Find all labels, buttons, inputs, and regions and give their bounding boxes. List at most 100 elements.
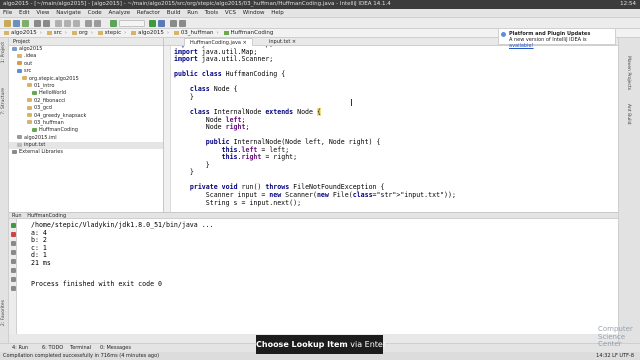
close-icon[interactable] — [10, 286, 16, 291]
tree-item[interactable]: HuffmanCoding — [9, 127, 163, 134]
cut-icon[interactable] — [55, 20, 62, 27]
tree-item[interactable]: 04_greedy_knapsack — [9, 113, 163, 120]
run-config-select[interactable] — [119, 20, 145, 27]
folder-icon — [173, 30, 179, 35]
tree-item[interactable]: input.txt — [9, 142, 163, 150]
menu-window[interactable]: Window — [243, 10, 265, 16]
scroll-up-icon[interactable] — [10, 241, 16, 246]
tree-item[interactable]: 02_fibonacci — [9, 98, 163, 105]
settings-icon[interactable] — [170, 20, 177, 27]
menu-analyze[interactable]: Analyze — [108, 10, 130, 16]
menu-vcs[interactable]: VCS — [225, 10, 236, 16]
tree-item[interactable]: 03_huffman — [9, 120, 163, 127]
clock: 12:54 — [620, 1, 636, 7]
help-icon[interactable] — [179, 20, 186, 27]
debug-icon[interactable] — [158, 20, 165, 27]
breadcrumb-item[interactable]: HuffmanCoding — [223, 29, 273, 38]
replace-icon[interactable] — [94, 20, 101, 27]
print-icon[interactable] — [10, 268, 16, 273]
breadcrumb-item[interactable]: algo2015 — [131, 29, 164, 38]
tab-huffmancoding[interactable]: HuffmanCoding.java × — [184, 38, 253, 46]
project-panel: Project algo2015 .idea out src org.stepic.al… — [9, 38, 164, 212]
menu-refactor[interactable]: Refactor — [137, 10, 160, 16]
rerun-icon[interactable] — [10, 223, 16, 228]
find-icon[interactable] — [85, 20, 92, 27]
tree-item-label: 03_huffman — [34, 119, 64, 126]
tool-window-project[interactable]: 1: Project — [1, 42, 6, 63]
tool-window-structure[interactable]: 7: Structure — [1, 88, 6, 115]
stop-icon[interactable] — [10, 232, 16, 237]
tree-item[interactable]: algo2015 — [9, 46, 163, 53]
code-line: public class HuffmanCoding { — [174, 70, 286, 79]
undo-icon[interactable] — [34, 20, 41, 27]
open-icon[interactable] — [4, 20, 11, 27]
menu-bar: File Edit View Navigate Code Analyze Ref… — [0, 9, 640, 18]
breadcrumb-item[interactable]: src — [46, 29, 62, 38]
console-line: /home/stepic/Vladykin/jdk1.8.0_51/bin/ja… — [31, 221, 214, 229]
redo-icon[interactable] — [43, 20, 50, 27]
tree-item[interactable]: 03_gcd — [9, 105, 163, 112]
save-icon[interactable] — [13, 20, 20, 27]
console-line: 21 ms — [31, 259, 51, 267]
tree-item[interactable]: 01_intro — [9, 83, 163, 90]
menu-edit[interactable]: Edit — [19, 10, 30, 16]
run-panel-header: Run HuffmanCoding — [9, 212, 618, 219]
build-icon[interactable] — [110, 20, 117, 27]
tool-window-ant[interactable]: Ant Build — [626, 104, 631, 124]
project-tree: algo2015 .idea out src org.stepic.algo2015 01… — [9, 46, 163, 157]
menu-run[interactable]: Run — [187, 10, 198, 16]
breadcrumb-item[interactable]: algo2015 — [4, 29, 37, 38]
update-notification[interactable]: Platform and Plugin Updates A new versio… — [498, 28, 616, 49]
mouse-cursor — [351, 99, 352, 106]
code-editor[interactable]: import java.util.HashMap;import java.uti… — [164, 46, 618, 212]
tree-item[interactable]: src — [9, 68, 163, 75]
run-console[interactable]: /home/stepic/Vladykin/jdk1.8.0_51/bin/ja… — [17, 219, 618, 334]
tree-item[interactable]: org.stepic.algo2015 — [9, 76, 163, 83]
menu-build[interactable]: Build — [167, 10, 181, 16]
status-info[interactable]: 14:32 LF UTF-8 — [596, 352, 634, 360]
project-panel-header[interactable]: Project — [9, 38, 163, 46]
tool-tab-messages[interactable]: 0: Messages — [100, 344, 131, 352]
code-line: import java.util.Scanner; — [174, 55, 274, 64]
clear-icon[interactable] — [10, 277, 16, 282]
tool-window-maven[interactable]: Maven Projects — [626, 56, 631, 90]
tool-tab-todo[interactable]: 6: TODO — [42, 344, 63, 352]
tree-item[interactable]: .idea — [9, 53, 163, 60]
tree-item-label: 02_fibonacci — [34, 97, 66, 104]
copy-icon[interactable] — [64, 20, 71, 27]
editor-gutter[interactable] — [164, 46, 171, 212]
menu-code[interactable]: Code — [88, 10, 102, 16]
breadcrumb-item[interactable]: org — [71, 29, 88, 38]
run-icon[interactable] — [149, 20, 156, 27]
breadcrumb-item[interactable]: 03_huffman — [173, 29, 214, 38]
run-panel-toolbar — [9, 219, 17, 334]
tree-item-label: HuffmanCoding — [39, 127, 78, 134]
tree-item-label: algo2015 — [19, 46, 43, 52]
tool-tab-run[interactable]: 4: Run — [12, 344, 28, 352]
sync-icon[interactable] — [22, 20, 29, 27]
tree-item[interactable]: HelloWorld — [9, 90, 163, 97]
paste-icon[interactable] — [73, 20, 80, 27]
class-icon — [223, 30, 229, 35]
scroll-down-icon[interactable] — [10, 250, 16, 255]
tree-node-icon — [27, 98, 32, 103]
menu-tools[interactable]: Tools — [205, 10, 219, 16]
tree-item-label: .idea — [24, 53, 37, 60]
notification-link[interactable]: available! — [509, 43, 534, 49]
wrap-icon[interactable] — [10, 259, 16, 264]
menu-file[interactable]: File — [3, 10, 12, 16]
tool-window-favorites[interactable]: 2: Favorites — [1, 300, 6, 326]
tree-item-label: HelloWorld — [39, 90, 67, 97]
menu-navigate[interactable]: Navigate — [56, 10, 81, 16]
folder-icon — [71, 30, 77, 35]
breadcrumb-item[interactable]: stepic — [97, 29, 121, 38]
window-title: algo2015 - [~/main/algo2015] - [algo2015… — [3, 1, 391, 7]
tree-item[interactable]: algo2015.iml — [9, 135, 163, 142]
tool-tab-terminal[interactable]: Terminal — [70, 344, 91, 352]
tree-item[interactable]: External Libraries — [9, 149, 163, 156]
tab-input-txt[interactable]: input.txt × — [264, 38, 301, 46]
tree-node-icon — [17, 61, 22, 66]
menu-view[interactable]: View — [36, 10, 49, 16]
menu-help[interactable]: Help — [271, 10, 284, 16]
tree-item[interactable]: out — [9, 61, 163, 68]
